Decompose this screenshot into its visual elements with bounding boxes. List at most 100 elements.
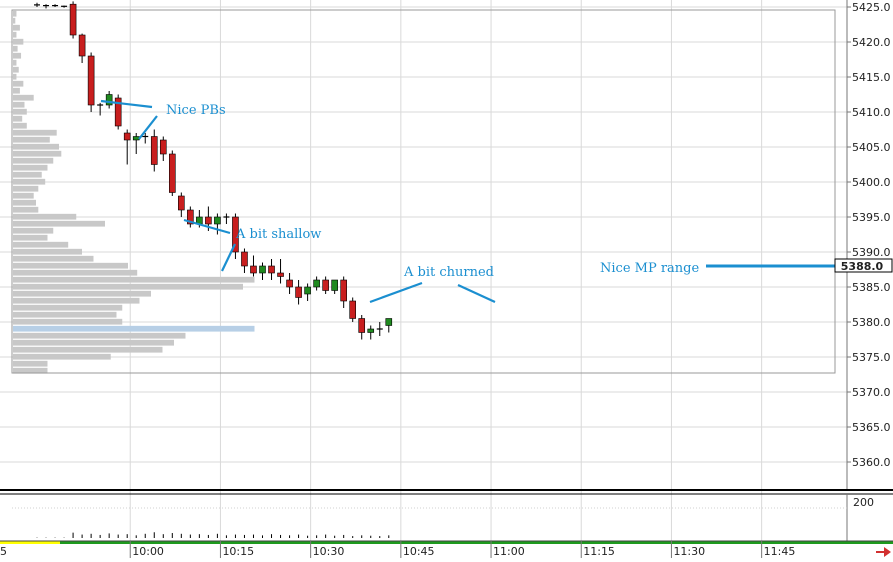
profile-row	[13, 185, 39, 192]
profile-row	[13, 234, 48, 241]
last-price-label: 5388.0	[841, 260, 884, 273]
candle-body-up	[304, 286, 311, 295]
profile-row	[13, 24, 20, 31]
profile-row	[13, 157, 54, 164]
profile-row	[13, 80, 24, 87]
profile-row	[13, 192, 34, 199]
candle-body-down	[358, 318, 366, 333]
profile-row	[13, 269, 138, 276]
candle-body-up	[259, 265, 266, 274]
profile-row	[13, 311, 117, 318]
profile-row	[13, 108, 27, 115]
profile-row	[13, 276, 255, 283]
profile-row	[13, 115, 23, 122]
candle-body-up	[105, 94, 113, 106]
time-label: 11:30	[673, 545, 705, 558]
profile-row	[13, 101, 25, 108]
candle-body-down	[277, 272, 284, 277]
price-chart[interactable]: Nice PBs A bit shallow A bit churned Nic…	[0, 0, 893, 558]
candle-body-down	[322, 279, 329, 291]
price-tick-label: 5380.0	[852, 316, 891, 329]
profile-row	[13, 66, 19, 73]
price-tick-label: 5365.0	[852, 421, 891, 434]
time-label: 10:45	[403, 545, 435, 558]
price-tick-label: 5425.0	[852, 1, 891, 14]
profile-row	[13, 45, 18, 52]
profile-row	[13, 360, 48, 367]
last-price-marker: 5388.0	[834, 258, 893, 273]
profile-row	[13, 248, 82, 255]
price-tick-label: 5420.0	[852, 36, 891, 49]
annotation-a-bit-churned: A bit churned	[403, 265, 494, 280]
price-tick-label: 5405.0	[852, 141, 891, 154]
price-tick-label: 5400.0	[852, 176, 891, 189]
profile-row	[13, 346, 163, 353]
annotation-nice-mp-range: Nice MP range	[600, 261, 699, 276]
candle-body-down	[205, 216, 212, 225]
price-tick-label: 5370.0	[852, 386, 891, 399]
profile-row	[13, 143, 59, 150]
time-label: 10:15	[222, 545, 254, 558]
time-label: 11:00	[493, 545, 525, 558]
candle-body-down	[241, 251, 248, 267]
profile-row	[13, 122, 27, 129]
candle-body-down	[123, 132, 131, 141]
candle-body-up	[331, 279, 338, 291]
candle-body-down	[268, 265, 275, 274]
profile-row	[13, 94, 34, 101]
profile-row	[13, 164, 48, 171]
profile-row	[13, 304, 123, 311]
candle-body-up	[385, 318, 393, 326]
time-label: 10:00	[132, 545, 164, 558]
price-tick-label: 5360.0	[852, 456, 891, 469]
profile-row	[13, 297, 140, 304]
candle-body-down	[69, 3, 77, 36]
price-tick-label: 5385.0	[852, 281, 891, 294]
time-label: 10:30	[313, 545, 345, 558]
profile-row	[13, 199, 36, 206]
candle-body-down	[286, 279, 293, 288]
profile-row	[13, 213, 77, 220]
profile-row	[13, 241, 69, 248]
profile-row	[13, 59, 17, 66]
time-label-left-edge: 5	[0, 545, 7, 558]
profile-row	[13, 227, 54, 234]
candle-body-down	[78, 34, 86, 57]
annotation-a-bit-shallow: A bit shallow	[235, 227, 321, 242]
profile-row	[13, 318, 123, 325]
chart-canvas[interactable]: Nice PBs A bit shallow A bit churned Nic…	[0, 0, 893, 558]
profile-row	[13, 10, 17, 17]
scroll-right-arrow-icon[interactable]	[874, 545, 892, 557]
candle-body-up	[367, 328, 375, 333]
time-label: 11:15	[583, 545, 615, 558]
profile-row	[13, 206, 39, 213]
profile-row	[13, 262, 128, 269]
price-tick-label: 5415.0	[852, 71, 891, 84]
profile-row	[13, 171, 42, 178]
time-label: 11:45	[764, 545, 796, 558]
candle-body-up	[214, 216, 221, 225]
profile-row	[13, 332, 186, 339]
profile-poc-row	[13, 325, 255, 332]
candle-body-down	[87, 55, 95, 106]
profile-row	[13, 129, 57, 136]
candle-body-down	[169, 153, 176, 193]
candle-body-down	[159, 139, 167, 155]
candle-body-down	[150, 136, 158, 165]
profile-row	[13, 283, 243, 290]
profile-row	[13, 136, 50, 143]
profile-row	[13, 178, 46, 185]
candle-body-down	[250, 265, 257, 274]
profile-row	[13, 150, 62, 157]
profile-row	[13, 290, 151, 297]
profile-row	[13, 220, 105, 227]
profile-row	[13, 31, 17, 38]
candle-body-down	[340, 279, 347, 302]
price-tick-label: 5375.0	[852, 351, 891, 364]
candle-body-down	[349, 300, 357, 319]
price-tick-label: 5395.0	[852, 211, 891, 224]
profile-row	[13, 339, 174, 346]
profile-row	[13, 255, 94, 262]
price-tick-label: 5390.0	[852, 246, 891, 259]
profile-row	[13, 38, 24, 45]
